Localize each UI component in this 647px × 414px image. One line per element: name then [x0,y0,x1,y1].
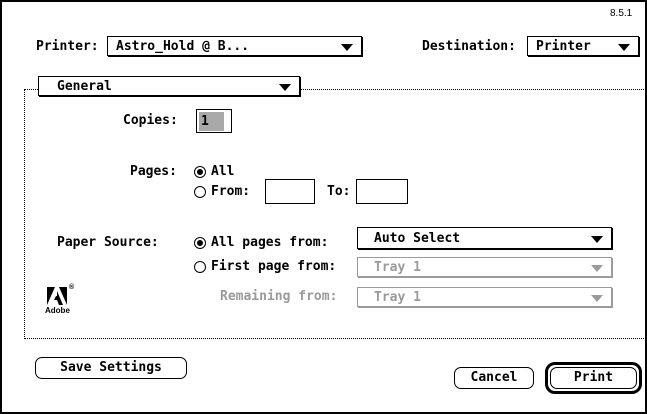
pages-from-radio[interactable] [194,186,206,198]
adobe-logo-text: Adobe [45,306,70,315]
version-label: 8.5.1 [610,8,633,19]
print-button[interactable]: Print [550,367,637,389]
chevron-down-icon [341,44,353,51]
all-pages-label: All pages from: [211,235,329,250]
copies-label: Copies: [123,113,178,128]
pages-to-field[interactable] [356,179,408,204]
save-settings-button[interactable]: Save Settings [35,357,187,379]
all-pages-popup[interactable]: Auto Select [357,227,612,249]
remaining-popup[interactable]: Tray 1 [357,287,612,307]
first-page-popup[interactable]: Tray 1 [357,257,612,277]
printer-popup[interactable]: Astro_Hold @ B... [107,36,362,56]
destination-popup[interactable]: Printer [527,36,639,56]
remaining-value: Tray 1 [374,290,421,305]
cancel-label: Cancel [470,370,518,385]
remaining-label: Remaining from: [220,289,338,304]
chevron-down-icon [591,265,603,272]
panel-value: General [57,79,112,94]
first-page-label: First page from: [211,259,337,274]
chevron-down-icon [591,236,603,243]
print-dialog: 8.5.1 Printer: Astro_Hold @ B... Destina… [0,0,647,414]
all-pages-value: Auto Select [374,231,461,246]
panel-popup[interactable]: General [38,76,300,96]
pages-from-label: From: [211,184,251,199]
save-settings-label: Save Settings [60,360,162,375]
copies-selection: 1 [199,112,224,131]
copies-field[interactable]: 1 [196,109,232,133]
destination-label: Destination: [422,39,516,54]
chevron-down-icon [618,44,630,51]
pages-all-label: All [211,164,235,179]
registered-mark: ® [69,284,75,291]
pages-label: Pages: [130,164,177,179]
pages-from-field[interactable] [265,179,315,204]
chevron-down-icon [591,295,603,302]
all-pages-radio[interactable] [194,237,206,249]
pages-to-label: To: [327,184,351,199]
pages-all-radio[interactable] [194,166,206,178]
print-label: Print [573,370,614,385]
printer-value: Astro_Hold @ B... [116,39,250,54]
cancel-button[interactable]: Cancel [454,367,534,389]
paper-source-label: Paper Source: [57,235,159,250]
first-page-radio[interactable] [194,261,206,273]
printer-label: Printer: [36,39,99,54]
copies-value: 1 [201,114,209,129]
first-page-value: Tray 1 [374,260,421,275]
destination-value: Printer [536,39,591,54]
chevron-down-icon [279,84,291,91]
